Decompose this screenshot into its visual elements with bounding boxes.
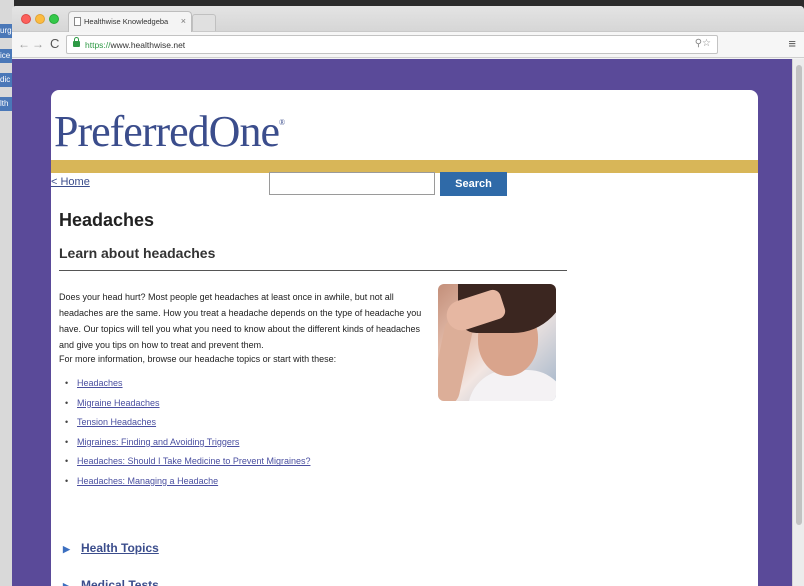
bullet: •: [65, 417, 69, 428]
list-item: • Tension Headaches: [65, 417, 310, 437]
topic-link-managing-headache[interactable]: Headaches: Managing a Headache: [77, 476, 218, 486]
minimize-window-button[interactable]: [35, 14, 45, 24]
url-scheme: https://: [85, 40, 111, 50]
topic-link-prevent-migraines[interactable]: Headaches: Should I Take Medicine to Pre…: [77, 456, 310, 466]
address-bar[interactable]: https://www.healthwise.net ⚲☆: [66, 35, 718, 54]
section-divider: [59, 270, 567, 271]
back-arrow-icon[interactable]: ←: [18, 37, 30, 51]
logo-registered-mark: ®: [278, 118, 285, 127]
tab-strip: Healthwise Knowledgeba ×: [12, 6, 804, 32]
search-input[interactable]: [269, 172, 435, 195]
list-item: • Migraine Headaches: [65, 398, 310, 418]
list-item: • Headaches: Should I Take Medicine to Pr…: [65, 456, 310, 476]
home-link[interactable]: < Home: [51, 176, 90, 188]
vertical-scrollbar[interactable]: [792, 59, 804, 586]
browser-toolbar: ← → C https://www.healthwise.net ⚲☆ ≡: [12, 32, 804, 58]
search-button[interactable]: Search: [440, 172, 507, 196]
topic-link-headaches[interactable]: Headaches: [77, 378, 123, 388]
lock-icon: [73, 37, 80, 47]
list-item: • Headaches: Managing a Headache: [65, 476, 310, 496]
content-card: PreferredOne® < Home Search Headaches Le…: [51, 90, 758, 586]
bullet: •: [65, 436, 69, 447]
zoom-bookmark-icons[interactable]: ⚲☆: [695, 38, 711, 49]
new-tab-button[interactable]: [192, 14, 216, 31]
list-item: • Migraines: Finding and Avoiding Trigger…: [65, 437, 310, 457]
url-host: www.healthwise.net: [110, 40, 186, 50]
scrollbar-thumb[interactable]: [796, 65, 802, 525]
browser-tab[interactable]: Healthwise Knowledgeba ×: [68, 11, 192, 32]
list-item: • Headaches: [65, 378, 310, 398]
topic-link-tension-headaches[interactable]: Tension Headaches: [77, 417, 156, 427]
tab-title: Healthwise Knowledgeba: [84, 17, 169, 26]
reload-icon[interactable]: C: [50, 37, 59, 51]
bullet: •: [65, 397, 69, 408]
preferredone-logo[interactable]: PreferredOne®: [54, 106, 285, 157]
headache-photo: [438, 284, 556, 401]
bullet: •: [65, 456, 69, 467]
medical-tests-label: Medical Tests: [81, 578, 159, 586]
page-viewport: PreferredOne® < Home Search Headaches Le…: [12, 59, 804, 586]
page-title: Headaches: [59, 210, 155, 230]
logo-text: PreferredOne: [54, 107, 280, 156]
maximize-window-button[interactable]: [49, 14, 59, 24]
bullet: •: [65, 378, 69, 388]
browser-window: Healthwise Knowledgeba × ← → C https://w…: [12, 6, 804, 586]
medical-tests-section[interactable]: ▶ Medical Tests: [63, 578, 159, 586]
expand-arrow-icon: ▶: [63, 544, 70, 554]
health-topics-section[interactable]: ▶ Health Topics: [63, 541, 159, 555]
more-info-text: For more information, browse our headach…: [59, 354, 337, 364]
health-topics-label: Health Topics: [81, 541, 159, 555]
topic-link-migraine-headaches[interactable]: Migraine Headaches: [77, 398, 160, 408]
page-icon: [74, 17, 81, 26]
intro-paragraph: Does your head hurt? Most people get hea…: [59, 292, 422, 350]
close-window-button[interactable]: [21, 14, 31, 24]
bullet: •: [65, 475, 69, 486]
topic-links-list: • Headaches • Migraine Headaches • Tension …: [65, 378, 310, 496]
menu-icon[interactable]: ≡: [788, 37, 796, 51]
topic-link-migraine-triggers[interactable]: Migraines: Finding and Avoiding Triggers: [77, 437, 239, 447]
expand-arrow-icon: ▶: [63, 581, 70, 586]
forward-arrow-icon[interactable]: →: [32, 37, 44, 51]
tab-close-icon[interactable]: ×: [181, 16, 186, 26]
section-title: Learn about headaches: [59, 245, 216, 261]
